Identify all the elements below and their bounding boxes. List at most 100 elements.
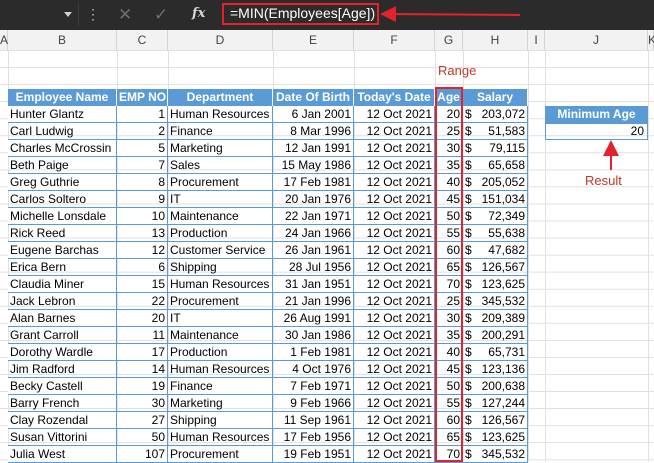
emp-no-cell[interactable]: 9 [117, 191, 168, 208]
todays-date-cell[interactable]: 12 Oct 2021 [354, 276, 435, 293]
age-cell[interactable]: 65 [435, 259, 463, 276]
department-cell[interactable]: Production [168, 344, 273, 361]
salary-cell[interactable]: $127,244 [463, 395, 528, 412]
emp-no-cell[interactable]: 22 [117, 293, 168, 310]
salary-cell[interactable]: $151,034 [463, 191, 528, 208]
age-cell[interactable]: 25 [435, 293, 463, 310]
salary-cell[interactable]: $65,658 [463, 157, 528, 174]
todays-date-cell[interactable]: 12 Oct 2021 [354, 446, 435, 463]
salary-cell[interactable]: $55,638 [463, 225, 528, 242]
age-cell[interactable]: 45 [435, 361, 463, 378]
emp-no-cell[interactable]: 17 [117, 344, 168, 361]
date-of-birth-cell[interactable]: 9 Feb 1966 [273, 395, 354, 412]
age-cell[interactable]: 35 [435, 157, 463, 174]
chevron-down-icon[interactable] [64, 12, 72, 17]
salary-cell[interactable]: $79,115 [463, 140, 528, 157]
employee-name-cell[interactable]: Clay Rozendal [8, 412, 117, 429]
age-cell[interactable]: 35 [435, 327, 463, 344]
employee-name-cell[interactable]: Charles McCrossin [8, 140, 117, 157]
department-cell[interactable]: Finance [168, 123, 273, 140]
todays-date-cell[interactable]: 12 Oct 2021 [354, 293, 435, 310]
date-of-birth-cell[interactable]: 7 Feb 1971 [273, 378, 354, 395]
header-department[interactable]: Department [168, 89, 273, 106]
employee-name-cell[interactable]: Claudia Miner [8, 276, 117, 293]
age-cell[interactable]: 50 [435, 378, 463, 395]
todays-date-cell[interactable]: 12 Oct 2021 [354, 123, 435, 140]
date-of-birth-cell[interactable]: 26 Jan 1961 [273, 242, 354, 259]
todays-date-cell[interactable]: 12 Oct 2021 [354, 106, 435, 123]
emp-no-cell[interactable]: 11 [117, 327, 168, 344]
emp-no-cell[interactable]: 14 [117, 361, 168, 378]
age-cell[interactable]: 60 [435, 242, 463, 259]
department-cell[interactable]: Maintenance [168, 208, 273, 225]
age-cell[interactable]: 40 [435, 344, 463, 361]
todays-date-cell[interactable]: 12 Oct 2021 [354, 395, 435, 412]
column-header-a[interactable]: A [0, 30, 8, 50]
employee-name-cell[interactable]: Carl Ludwig [8, 123, 117, 140]
emp-no-cell[interactable]: 13 [117, 225, 168, 242]
emp-no-cell[interactable]: 27 [117, 412, 168, 429]
emp-no-cell[interactable]: 15 [117, 276, 168, 293]
salary-cell[interactable]: $345,532 [463, 446, 528, 463]
column-header-c[interactable]: C [117, 30, 168, 50]
column-header-f[interactable]: F [354, 30, 435, 50]
column-header-e[interactable]: E [273, 30, 354, 50]
department-cell[interactable]: Marketing [168, 140, 273, 157]
column-header-g[interactable]: G [435, 30, 463, 50]
age-cell[interactable]: 40 [435, 174, 463, 191]
department-cell[interactable]: Sales [168, 157, 273, 174]
todays-date-cell[interactable]: 12 Oct 2021 [354, 344, 435, 361]
employee-name-cell[interactable]: Eugene Barchas [8, 242, 117, 259]
salary-cell[interactable]: $123,136 [463, 361, 528, 378]
salary-cell[interactable]: $126,567 [463, 412, 528, 429]
emp-no-cell[interactable]: 19 [117, 378, 168, 395]
emp-no-cell[interactable]: 12 [117, 242, 168, 259]
todays-date-cell[interactable]: 12 Oct 2021 [354, 412, 435, 429]
emp-no-cell[interactable]: 5 [117, 140, 168, 157]
todays-date-cell[interactable]: 12 Oct 2021 [354, 225, 435, 242]
cancel-icon[interactable]: ✕ [118, 5, 132, 25]
age-cell[interactable]: 30 [435, 140, 463, 157]
age-cell[interactable]: 25 [435, 123, 463, 140]
salary-cell[interactable]: $47,682 [463, 242, 528, 259]
date-of-birth-cell[interactable]: 4 Oct 1976 [273, 361, 354, 378]
todays-date-cell[interactable]: 12 Oct 2021 [354, 378, 435, 395]
date-of-birth-cell[interactable]: 28 Jul 1956 [273, 259, 354, 276]
department-cell[interactable]: Shipping [168, 259, 273, 276]
employee-name-cell[interactable]: Grant Carroll [8, 327, 117, 344]
emp-no-cell[interactable]: 20 [117, 310, 168, 327]
emp-no-cell[interactable]: 6 [117, 259, 168, 276]
employee-name-cell[interactable]: Hunter Glantz [8, 106, 117, 123]
age-cell[interactable]: 70 [435, 446, 463, 463]
more-options-icon[interactable]: ⋮ [86, 6, 100, 23]
date-of-birth-cell[interactable]: 17 Feb 1956 [273, 429, 354, 446]
salary-cell[interactable]: $200,291 [463, 327, 528, 344]
salary-cell[interactable]: $205,052 [463, 174, 528, 191]
employee-name-cell[interactable]: Jack Lebron [8, 293, 117, 310]
date-of-birth-cell[interactable]: 20 Jan 1976 [273, 191, 354, 208]
salary-cell[interactable]: $51,583 [463, 123, 528, 140]
emp-no-cell[interactable]: 30 [117, 395, 168, 412]
header-todays-date[interactable]: Today's Date [354, 89, 435, 106]
emp-no-cell[interactable]: 8 [117, 174, 168, 191]
emp-no-cell[interactable]: 107 [117, 446, 168, 463]
date-of-birth-cell[interactable]: 1 Feb 1981 [273, 344, 354, 361]
age-cell[interactable]: 70 [435, 276, 463, 293]
salary-cell[interactable]: $203,072 [463, 106, 528, 123]
employee-name-cell[interactable]: Alan Barnes [8, 310, 117, 327]
salary-cell[interactable]: $209,389 [463, 310, 528, 327]
emp-no-cell[interactable]: 50 [117, 429, 168, 446]
todays-date-cell[interactable]: 12 Oct 2021 [354, 310, 435, 327]
salary-cell[interactable]: $72,349 [463, 208, 528, 225]
salary-cell[interactable]: $200,638 [463, 378, 528, 395]
todays-date-cell[interactable]: 12 Oct 2021 [354, 242, 435, 259]
employee-name-cell[interactable]: Jim Radford [8, 361, 117, 378]
date-of-birth-cell[interactable]: 21 Jan 1996 [273, 293, 354, 310]
department-cell[interactable]: Marketing [168, 395, 273, 412]
todays-date-cell[interactable]: 12 Oct 2021 [354, 361, 435, 378]
date-of-birth-cell[interactable]: 17 Feb 1981 [273, 174, 354, 191]
emp-no-cell[interactable]: 7 [117, 157, 168, 174]
department-cell[interactable]: Human Resources [168, 276, 273, 293]
employee-name-cell[interactable]: Greg Guthrie [8, 174, 117, 191]
age-cell[interactable]: 45 [435, 191, 463, 208]
